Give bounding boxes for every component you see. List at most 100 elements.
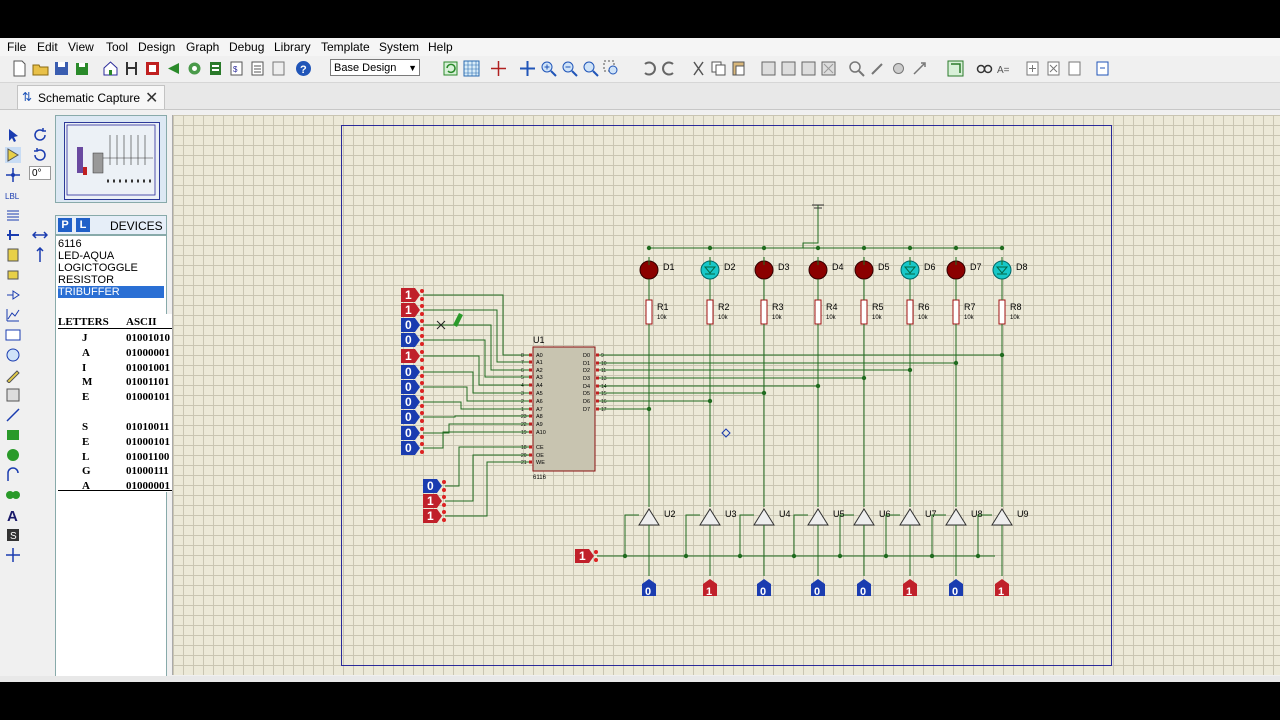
new-sheet-icon[interactable] (1024, 60, 1041, 77)
ic-pin-number: 3 (521, 391, 524, 397)
wire (423, 339, 529, 378)
menu-library[interactable]: Library (274, 40, 311, 54)
undo-icon[interactable] (640, 60, 657, 77)
property-assign-icon[interactable]: A= (996, 60, 1013, 77)
menu-design[interactable]: Design (138, 40, 175, 54)
gerber-icon[interactable]: $ (228, 60, 245, 77)
bom-icon[interactable] (207, 60, 224, 77)
pcb-icon[interactable] (144, 60, 161, 77)
generator-icon[interactable] (5, 347, 21, 363)
library-manager-button[interactable]: L (76, 218, 90, 232)
proteus-window: File Edit View Tool Design Graph Debug L… (0, 38, 1280, 682)
design-explorer-icon[interactable] (1094, 60, 1111, 77)
circle-tool-icon[interactable] (5, 447, 21, 463)
menu-graph[interactable]: Graph (186, 40, 219, 54)
remove-sheet-icon[interactable] (1045, 60, 1062, 77)
schematic-icon[interactable] (123, 60, 140, 77)
terminals-icon[interactable] (5, 267, 21, 283)
marker-tool-icon[interactable] (5, 547, 21, 563)
buses-icon[interactable] (5, 227, 21, 243)
3d-viewer-icon[interactable] (186, 60, 203, 77)
home-icon[interactable] (102, 60, 119, 77)
redo-icon[interactable] (661, 60, 678, 77)
pan-icon[interactable] (519, 60, 536, 77)
zoom-all-icon[interactable] (582, 60, 599, 77)
mirror-horizontal-icon[interactable] (32, 227, 48, 243)
rotate-clockwise-icon[interactable] (32, 127, 48, 143)
text-tool-icon[interactable]: A (5, 507, 21, 523)
tab-schematic-capture[interactable]: ⇅ Schematic Capture ✕ (17, 85, 165, 109)
subcircuit-icon[interactable] (5, 247, 21, 263)
project-notes-icon[interactable] (249, 60, 266, 77)
selection-mode-icon[interactable] (5, 127, 21, 143)
packaging-tool-icon[interactable] (890, 60, 907, 77)
virtual-instruments-icon[interactable] (5, 387, 21, 403)
refresh-icon[interactable] (442, 60, 459, 77)
device-item[interactable]: LED-AQUA (58, 250, 164, 262)
save-icon[interactable] (53, 60, 70, 77)
help-icon[interactable]: ? (295, 60, 312, 77)
schematic-canvas[interactable]: U1 6116 A0 8 A1 7 A2 6 A3 5 A4 4 A5 3 A6 2 A7 1 A8 23 A9 22 A1… (172, 115, 1280, 675)
block-delete-icon[interactable] (820, 60, 837, 77)
rotate-anticlockwise-icon[interactable] (32, 147, 48, 163)
table-cell: 01000101 (126, 435, 170, 448)
device-item[interactable]: 6116 (58, 238, 164, 250)
overview-window[interactable] (55, 115, 167, 203)
make-device-icon[interactable] (869, 60, 886, 77)
block-copy-icon[interactable] (760, 60, 777, 77)
wire-autorouter-icon[interactable] (947, 60, 964, 77)
box-tool-icon[interactable] (5, 427, 21, 443)
buffer-label: U2 (664, 509, 676, 519)
ic-pin-number: 4 (521, 383, 524, 389)
zoom-in-icon[interactable] (540, 60, 557, 77)
search-tag-icon[interactable] (976, 60, 993, 77)
device-pins-icon[interactable] (5, 287, 21, 303)
menu-help[interactable]: Help (428, 40, 453, 54)
block-rotate-icon[interactable] (800, 60, 817, 77)
device-item[interactable]: RESISTOR (58, 274, 164, 286)
pick-device-icon[interactable] (848, 60, 865, 77)
cut-icon[interactable] (690, 60, 707, 77)
close-icon[interactable]: ✕ (145, 88, 158, 108)
pick-devices-button[interactable]: P (58, 218, 72, 232)
block-move-icon[interactable] (780, 60, 797, 77)
menu-file[interactable]: File (7, 40, 26, 54)
open-folder-icon[interactable] (32, 60, 49, 77)
save-all-icon[interactable] (74, 60, 91, 77)
symbol-tool-icon[interactable]: S (5, 527, 21, 543)
junction-dot-icon[interactable] (5, 167, 21, 183)
menu-system[interactable]: System (379, 40, 419, 54)
origin-icon[interactable] (490, 60, 507, 77)
line-tool-icon[interactable] (5, 407, 21, 423)
new-file-icon[interactable] (11, 60, 28, 77)
voltage-probe-icon[interactable] (5, 367, 21, 383)
wire-label-icon[interactable]: LBL (5, 187, 21, 203)
grid-icon[interactable] (463, 60, 480, 77)
menu-debug[interactable]: Debug (229, 40, 264, 54)
exit-to-parent-icon[interactable] (1066, 60, 1083, 77)
menu-tool[interactable]: Tool (106, 40, 128, 54)
decompose-icon[interactable] (911, 60, 928, 77)
menu-template[interactable]: Template (321, 40, 370, 54)
junction-dot (622, 553, 628, 559)
path-tool-icon[interactable] (5, 487, 21, 503)
zoom-area-icon[interactable] (603, 60, 620, 77)
simulation-icon[interactable] (165, 60, 182, 77)
zoom-out-icon[interactable] (561, 60, 578, 77)
tape-recorder-icon[interactable] (5, 327, 21, 343)
component-mode-icon[interactable] (5, 147, 21, 163)
mirror-vertical-icon[interactable] (32, 247, 48, 263)
menu-view[interactable]: View (68, 40, 94, 54)
toggle-pin (420, 389, 424, 393)
graph-mode-icon[interactable] (5, 307, 21, 323)
design-variant-select[interactable]: Base Design ▼ (330, 59, 420, 76)
menu-edit[interactable]: Edit (37, 40, 58, 54)
device-item[interactable]: LOGICTOGGLE (58, 262, 164, 274)
arc-tool-icon[interactable] (5, 467, 21, 483)
rotation-angle-input[interactable]: 0° (29, 166, 51, 180)
notes-icon[interactable] (270, 60, 287, 77)
copy-icon[interactable] (710, 60, 727, 77)
paste-icon[interactable] (730, 60, 747, 77)
text-script-icon[interactable] (5, 207, 21, 223)
device-item-selected[interactable]: TRIBUFFER (58, 286, 164, 298)
